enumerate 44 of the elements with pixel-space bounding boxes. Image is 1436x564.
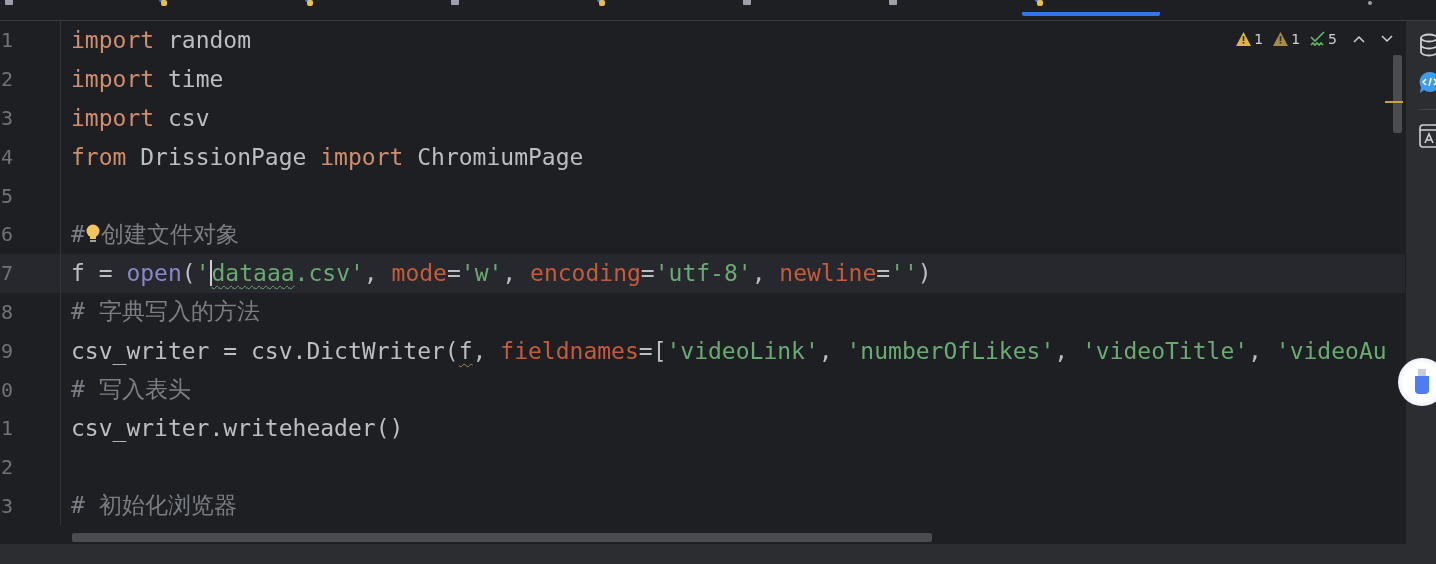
code-line: import csv <box>70 105 210 131</box>
line-number: 8 <box>0 292 61 332</box>
code-line: f = open('dataaa.csv', mode='w', encoding='utf-8', newline='') <box>70 260 932 287</box>
line-number: 2 <box>0 59 61 99</box>
code-bubble-icon[interactable] <box>1419 71 1436 95</box>
chevron-up-icon[interactable] <box>1353 35 1365 43</box>
code-line: csv_writer = csv.DictWriter(f, fieldnames=['videoLink', 'numberOfLikes', 'videoTitle', 'videoAu <box>70 337 1387 364</box>
text-cursor <box>209 260 212 287</box>
editor-tab[interactable] <box>1022 0 1160 16</box>
line-number: 6 <box>0 215 61 254</box>
code-line: import time <box>70 66 224 93</box>
line-number: 9 <box>0 331 61 371</box>
line-number: 3 <box>0 98 61 138</box>
scrollbar-thumb[interactable] <box>72 533 932 542</box>
usb-drive-icon <box>1414 369 1430 395</box>
code-line: import random <box>70 27 252 54</box>
line-number: 2 <box>0 447 61 487</box>
warning-stripe <box>1385 101 1403 103</box>
inspection-counter[interactable]: 5 <box>1310 31 1337 47</box>
inspection-counter[interactable]: 1 <box>1273 31 1301 47</box>
usb-button[interactable] <box>1398 358 1436 406</box>
inspection-counter[interactable]: 1 <box>1236 31 1264 47</box>
lightbulb-icon[interactable] <box>85 224 100 245</box>
line-number: 0 <box>0 370 61 409</box>
scrollbar-thumb[interactable] <box>1393 55 1402 133</box>
code-line: from DrissionPage import ChromiumPage <box>70 143 584 170</box>
line-number: 1 <box>0 408 61 448</box>
code-line: # 初始化浏览器 <box>70 491 237 521</box>
more-icon[interactable] <box>1368 0 1372 6</box>
line-number: 1 <box>0 21 61 60</box>
warning-icon <box>1236 32 1252 46</box>
warning-icon <box>1273 32 1289 46</box>
code-line: # 创建文件对象 <box>70 219 239 250</box>
line-number: 4 <box>0 137 61 177</box>
code-line: # 字典写入的方法 <box>70 297 260 327</box>
window-icon[interactable] <box>1419 124 1436 148</box>
code-line: csv_writer.writeheader() <box>70 415 404 442</box>
code-line: # 写入表头 <box>70 375 191 405</box>
line-number: 7 <box>0 253 61 293</box>
check-icon <box>1310 31 1326 47</box>
chevron-down-icon[interactable] <box>1381 35 1393 43</box>
line-number: 5 <box>0 176 61 215</box>
database-icon[interactable] <box>1419 33 1436 57</box>
line-number: 3 <box>0 486 61 526</box>
